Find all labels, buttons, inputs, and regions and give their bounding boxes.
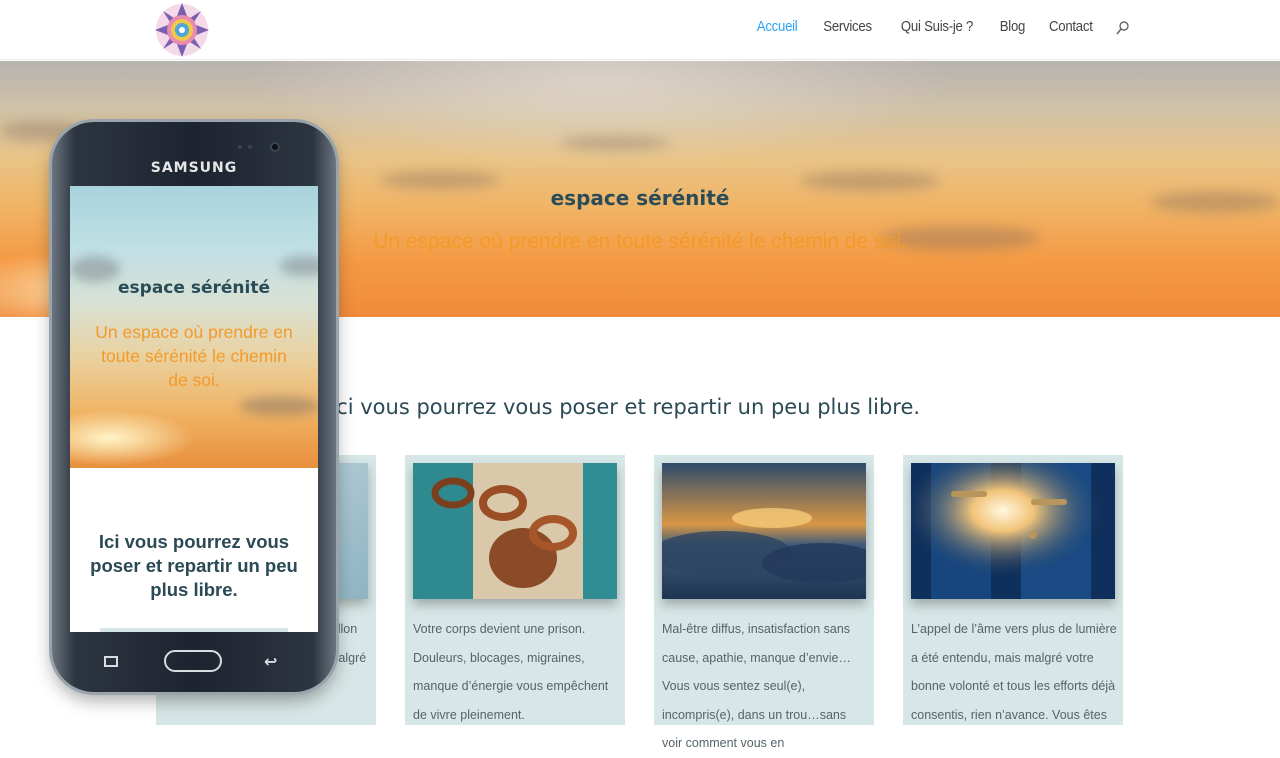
card-text: L’appel de l’âme vers plus de lumière a …: [911, 622, 1117, 722]
nav-qui-suis-je[interactable]: Qui Suis-je ?: [900, 18, 972, 35]
card-text: Votre corps devient une prison. Douleurs…: [413, 622, 609, 722]
card-text: Mal-être diffus, insatisfaction sans cau…: [662, 622, 852, 750]
nav-services[interactable]: Services: [824, 18, 873, 35]
nav-contact[interactable]: Contact: [1049, 18, 1093, 35]
phone-sensor: [238, 145, 242, 149]
phone-screen-title: espace sérénité: [118, 278, 270, 298]
phone-screen-card-strip: [100, 628, 288, 632]
nav-blog[interactable]: Blog: [999, 18, 1025, 35]
phone-sensor: [248, 145, 252, 149]
phone-screen: espace sérénité Un espace où prendre en …: [70, 186, 318, 632]
section-heading: Ici vous pourrez vous poser et repartir …: [330, 395, 921, 419]
home-button-icon: [164, 650, 222, 672]
site-header: Accueil Services Qui Suis-je ? Blog Cont…: [0, 0, 1280, 60]
phone-brand: SAMSUNG: [150, 160, 238, 176]
phone-nav-buttons: ↩: [52, 644, 336, 680]
phone-camera: [270, 142, 280, 152]
recent-apps-icon: [104, 656, 118, 667]
phone-mockup: SAMSUNG espace sérénité Un espace où pre…: [52, 122, 336, 692]
search-icon[interactable]: [1116, 20, 1130, 34]
door-light-image: [911, 463, 1115, 599]
hero-subtitle: Un espace où prendre en toute sérénité l…: [373, 230, 907, 253]
rusty-chain-image: [413, 463, 617, 599]
back-icon: ↩: [264, 652, 278, 671]
phone-screen-heading: Ici vous pourrez vous poser et repartir …: [90, 531, 298, 600]
service-card[interactable]: Votre corps devient une prison. Douleurs…: [405, 455, 625, 725]
phone-screen-subtitle: Un espace où prendre en toute sérénité l…: [95, 322, 293, 390]
nav-accueil[interactable]: Accueil: [757, 18, 798, 35]
service-card[interactable]: Mal-être diffus, insatisfaction sans cau…: [654, 455, 874, 750]
main-nav: Accueil Services Qui Suis-je ? Blog Cont…: [754, 18, 1130, 35]
cloudy-sunset-image: [662, 463, 866, 599]
service-card[interactable]: L’appel de l’âme vers plus de lumière a …: [903, 455, 1123, 725]
hero-title: espace sérénité: [550, 186, 730, 210]
mandala-logo[interactable]: [152, 2, 212, 58]
